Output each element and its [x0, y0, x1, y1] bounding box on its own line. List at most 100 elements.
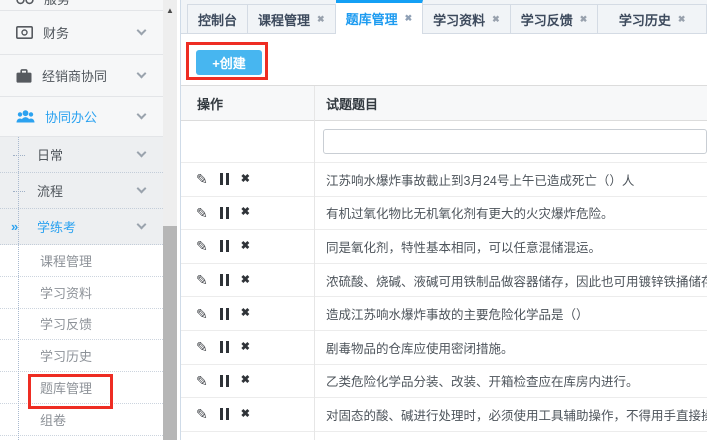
- close-icon[interactable]: ✖: [317, 14, 325, 25]
- close-icon[interactable]: ✖: [678, 14, 686, 25]
- edit-icon[interactable]: ✎: [196, 172, 208, 186]
- tab-console[interactable]: 控制台: [187, 4, 248, 33]
- pause-icon[interactable]: [220, 308, 229, 320]
- pause-icon[interactable]: [220, 207, 229, 219]
- pause-icon[interactable]: [220, 375, 229, 387]
- edit-icon[interactable]: ✎: [196, 307, 208, 321]
- pause-icon[interactable]: [220, 274, 229, 286]
- tab-question-bank[interactable]: 题库管理 ✖: [336, 0, 424, 34]
- create-button[interactable]: +创建: [196, 50, 262, 75]
- edit-icon[interactable]: ✎: [196, 273, 208, 287]
- tab-study-feedback[interactable]: 学习反馈 ✖: [511, 4, 599, 33]
- delete-icon[interactable]: ✖: [241, 207, 250, 218]
- sidebar-item-label: 学习资料: [40, 283, 92, 302]
- sidebar-scrollbar[interactable]: ▲: [163, 0, 177, 440]
- sidebar-item-process[interactable]: 流程: [0, 173, 163, 209]
- tab-label: 课程管理: [258, 10, 310, 29]
- sidebar-item-label: 经销商协同: [42, 66, 128, 85]
- sidebar-item-study-feedback[interactable]: 学习反馈: [0, 309, 163, 341]
- glasses-icon: [16, 0, 34, 5]
- close-icon[interactable]: ✖: [580, 14, 588, 25]
- question-text: 乙类危险化学品分装、改装、开箱检查应在库房内进行。: [314, 371, 707, 390]
- sidebar-item-dealer[interactable]: 经销商协同: [0, 55, 163, 97]
- sidebar-item-label: 学习历史: [40, 346, 92, 365]
- tab-label: 控制台: [198, 10, 237, 29]
- question-filter-input[interactable]: [323, 129, 707, 154]
- pause-icon[interactable]: [220, 240, 229, 252]
- sidebar-item-course-mgmt[interactable]: 课程管理: [0, 245, 163, 277]
- sidebar-item-label: 财务: [43, 23, 128, 42]
- question-text: 有机过氧化物比无机氧化剂有更大的火灾爆炸危险。: [314, 203, 707, 222]
- sidebar-item-study-material[interactable]: 学习资料: [0, 277, 163, 309]
- scroll-up-arrow-icon[interactable]: ▲: [163, 3, 177, 17]
- edit-icon[interactable]: ✎: [196, 239, 208, 253]
- tab-bar: 控制台 课程管理 ✖ 题库管理 ✖ 学习资料 ✖ 学习反馈 ✖ 学习历史 ✖: [181, 0, 707, 34]
- question-text: 同是氧化剂，特性基本相同，可以任意混储混运。: [314, 237, 707, 256]
- users-icon: [16, 110, 35, 123]
- sidebar: 服务 财务 经销商协同: [0, 0, 163, 440]
- sidebar-item-label: 服务: [44, 0, 70, 8]
- sidebar-item-daily[interactable]: 日常: [0, 137, 163, 173]
- column-divider: [314, 86, 315, 440]
- tab-study-material[interactable]: 学习资料 ✖: [423, 4, 511, 33]
- content-panel: 控制台 课程管理 ✖ 题库管理 ✖ 学习资料 ✖ 学习反馈 ✖ 学习历史 ✖ +…: [180, 0, 707, 440]
- toolbar: +创建: [181, 34, 707, 85]
- sidebar-item-study-history[interactable]: 学习历史: [0, 340, 163, 372]
- sidebar-item-label: 流程: [37, 181, 138, 200]
- table-row: ✎ ✖ 有机过氧化物比无机氧化剂有更大的火灾爆炸危险。: [181, 197, 707, 231]
- scrollbar-thumb[interactable]: [163, 226, 177, 440]
- close-icon[interactable]: ✖: [492, 14, 500, 25]
- question-table: 操作 试题题目 ✎ ✖ 江苏响水爆炸事故截止到3月24号上午已造成死亡（）人 ✎…: [181, 85, 707, 440]
- tab-label: 题库管理: [346, 9, 398, 28]
- table-row: ✎ ✖ 同是氧化剂，特性基本相同，可以任意混储混运。: [181, 230, 707, 264]
- sidebar-item-label: 协同办公: [45, 107, 128, 126]
- edit-icon[interactable]: ✎: [196, 340, 208, 354]
- sidebar-item-label: 课程管理: [40, 251, 92, 270]
- table-row: ✎ ✖ 剧毒物品的仓库应使用密闭措施。: [181, 331, 707, 365]
- edit-icon[interactable]: ✎: [196, 407, 208, 421]
- question-text: 江苏响水爆炸事故截止到3月24号上午已造成死亡（）人: [314, 170, 707, 189]
- sidebar-item-label: 学习反馈: [40, 314, 92, 333]
- delete-icon[interactable]: ✖: [241, 174, 250, 185]
- chevron-down-icon: [137, 26, 147, 36]
- sidebar-item-finance[interactable]: 财务: [0, 11, 163, 55]
- question-text: 对固态的酸、碱进行处理时，必须使用工具辅助操作，不得用手直接操作。: [314, 405, 707, 424]
- filter-row: [181, 121, 707, 163]
- delete-icon[interactable]: ✖: [241, 241, 250, 252]
- question-text: 剧毒物品的仓库应使用密闭措施。: [314, 338, 707, 357]
- tab-label: 学习历史: [619, 10, 671, 29]
- sidebar-item-paper-assembly[interactable]: 组卷: [0, 404, 163, 436]
- delete-icon[interactable]: ✖: [241, 308, 250, 319]
- chevron-down-icon: [137, 69, 147, 79]
- sidebar-item-label: 学练考: [37, 217, 138, 236]
- sidebar-item-learn-practice-exam[interactable]: » 学练考: [0, 209, 163, 245]
- sidebar-item-collab-office[interactable]: 协同办公: [0, 97, 163, 137]
- delete-icon[interactable]: ✖: [241, 275, 250, 286]
- column-header-question: 试题题目: [314, 94, 707, 113]
- pause-icon[interactable]: [220, 341, 229, 353]
- sidebar-item-partial[interactable]: 服务: [0, 0, 163, 11]
- delete-icon[interactable]: ✖: [241, 375, 250, 386]
- column-header-actions: 操作: [181, 94, 314, 113]
- table-row: ✎ ✖ 乙类危险化学品分装、改装、开箱检查应在库房内进行。: [181, 365, 707, 399]
- close-icon[interactable]: ✖: [405, 13, 413, 24]
- pause-icon[interactable]: [220, 173, 229, 185]
- sidebar-item-question-bank[interactable]: 题库管理: [0, 372, 163, 404]
- edit-icon[interactable]: ✎: [196, 374, 208, 388]
- delete-icon[interactable]: ✖: [241, 342, 250, 353]
- tree-branch: [13, 191, 25, 192]
- tab-study-history[interactable]: 学习历史 ✖: [598, 4, 707, 33]
- briefcase-icon: [16, 69, 32, 83]
- banknote-icon: [16, 26, 33, 39]
- sidebar-item-label: 组卷: [40, 410, 66, 429]
- tab-label: 学习反馈: [521, 10, 573, 29]
- edit-icon[interactable]: ✎: [196, 206, 208, 220]
- delete-icon[interactable]: ✖: [241, 409, 250, 420]
- tab-course-mgmt[interactable]: 课程管理 ✖: [248, 4, 336, 33]
- question-text: 浓硫酸、烧碱、液碱可用铁制品做容器储存，因此也可用镀锌铁捅储存。: [314, 271, 707, 290]
- table-row: ✎ ✖ 对固态的酸、碱进行处理时，必须使用工具辅助操作，不得用手直接操作。: [181, 398, 707, 432]
- table-row: ✎ ✖ 生产经营单位应当在存在较大危险因素的生产经营场所，设置告知牌: [181, 432, 707, 440]
- table-row: ✎ ✖ 造成江苏响水爆炸事故的主要危险化学品是（）: [181, 297, 707, 331]
- pause-icon[interactable]: [220, 408, 229, 420]
- question-text: 造成江苏响水爆炸事故的主要危险化学品是（）: [314, 304, 707, 323]
